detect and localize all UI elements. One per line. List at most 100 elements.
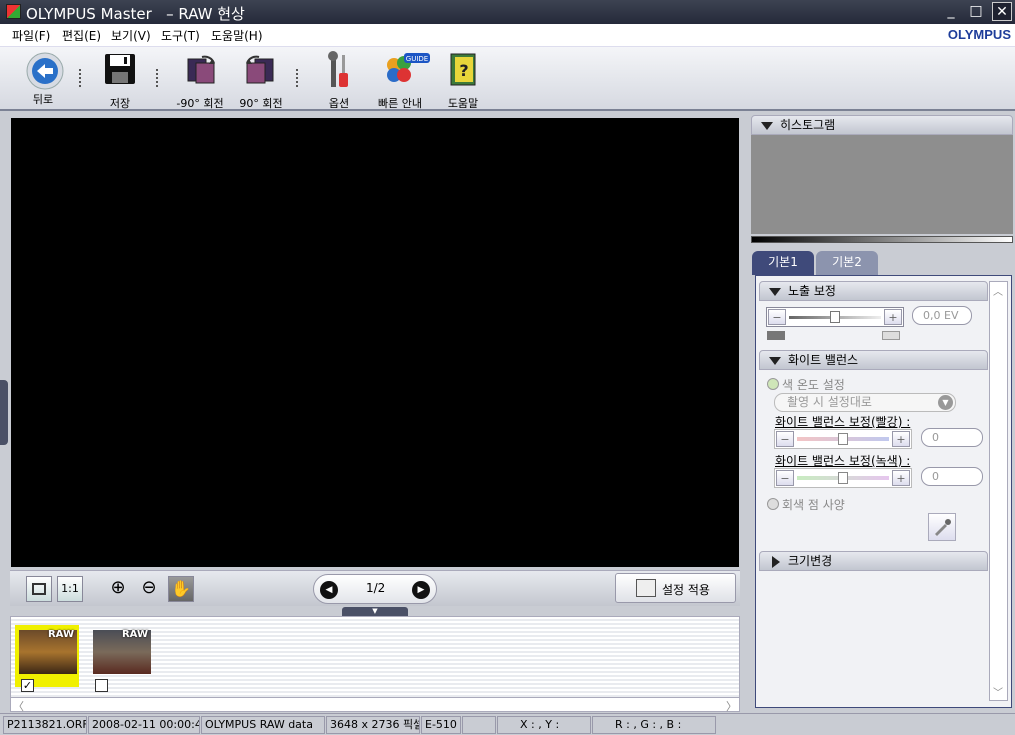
menu-file[interactable]: 파일(F) — [12, 27, 50, 44]
filmstrip-collapse-toggle[interactable]: ▼ — [342, 607, 408, 616]
back-button[interactable]: 뒤로 — [18, 51, 68, 109]
rotate-left-icon — [182, 51, 218, 87]
chevron-down-icon[interactable]: ▼ — [938, 395, 953, 410]
tab-basic1[interactable]: 기본1 — [752, 251, 814, 275]
help-book-icon: ? — [445, 51, 481, 87]
white-balance-title: 화이트 밸런스 — [788, 353, 859, 367]
menu-tools[interactable]: 도구(T) — [161, 27, 200, 44]
dark-icon — [767, 331, 785, 340]
toolbar-separator — [296, 69, 298, 87]
thumbnail-checkbox[interactable] — [95, 679, 108, 692]
gray-point-radio[interactable] — [767, 498, 779, 510]
scroll-up-icon[interactable]: ︿ — [993, 283, 1003, 298]
minus-icon[interactable]: − — [776, 431, 794, 447]
tab-basic2[interactable]: 기본2 — [816, 251, 878, 275]
slider-thumb[interactable] — [838, 433, 848, 445]
zoom-in-icon[interactable]: ⊕ — [105, 576, 131, 602]
exposure-title: 노출 보정 — [788, 284, 836, 298]
thumbnail-checkbox[interactable]: ✓ — [21, 679, 34, 692]
app-icon — [6, 4, 21, 19]
status-coordinates: X : , Y : — [497, 716, 591, 734]
exposure-slider[interactable]: − + — [766, 307, 904, 327]
close-button[interactable]: ✕ — [992, 2, 1012, 21]
next-page-icon[interactable]: ▶ — [412, 581, 430, 599]
rotate-right-button[interactable]: 90° 회전 — [236, 51, 286, 110]
raw-badge: RAW — [47, 629, 74, 640]
wb-red-label: 화이트 밸런스 보정(빨강) : — [775, 415, 911, 429]
zoom-out-icon[interactable]: ⊖ — [136, 576, 162, 602]
gray-point-label: 회색 점 사양 — [782, 498, 845, 512]
raw-badge: RAW — [121, 629, 148, 640]
options-label: 옵션 — [328, 97, 350, 110]
minimize-button[interactable]: _ — [941, 2, 961, 21]
filmstrip-scrollbar[interactable]: 〈 〉 — [10, 697, 740, 714]
minus-icon[interactable]: − — [776, 470, 794, 486]
exposure-header[interactable]: 노출 보정 — [759, 281, 988, 301]
menu-view[interactable]: 보기(V) — [111, 27, 151, 44]
page-navigator: ◀ 1/2 ▶ — [313, 574, 437, 604]
floppy-disk-icon — [102, 51, 138, 87]
collapse-triangle-icon — [769, 288, 781, 296]
plus-icon[interactable]: + — [892, 470, 910, 486]
expand-triangle-icon — [772, 556, 780, 568]
quick-guide-button[interactable]: GUIDE 빠른 안내 — [372, 51, 430, 110]
wb-red-value[interactable]: 0 — [921, 428, 983, 447]
olympus-logo: OLYMPUS — [947, 27, 1011, 42]
slider-thumb[interactable] — [830, 311, 840, 323]
save-label: 저장 — [109, 97, 131, 110]
slider-thumb[interactable] — [838, 472, 848, 484]
thumbnail[interactable]: RAW ✓ — [15, 625, 79, 692]
left-panel-toggle[interactable] — [0, 380, 8, 445]
page-indicator: 1/2 — [366, 581, 386, 595]
rotate-right-label: 90° 회전 — [239, 97, 283, 110]
resize-header[interactable]: 크기변경 — [759, 551, 988, 571]
scroll-right-icon[interactable]: 〉 — [726, 698, 737, 714]
settings-scrollbar[interactable]: ︿ ﹀ — [989, 281, 1008, 701]
clover-guide-icon: GUIDE — [382, 51, 430, 87]
color-temp-radio[interactable] — [767, 378, 779, 390]
maximize-button[interactable]: □ — [966, 2, 986, 21]
fit-screen-button[interactable] — [26, 576, 52, 602]
apply-settings-icon — [636, 579, 656, 597]
previous-page-icon[interactable]: ◀ — [320, 581, 338, 599]
wb-green-slider[interactable]: − + — [774, 468, 912, 488]
wb-green-value[interactable]: 0 — [921, 467, 983, 486]
svg-text:?: ? — [459, 61, 468, 80]
histogram-header[interactable]: 히스토그램 — [751, 115, 1013, 135]
help-label: 도움말 — [447, 97, 479, 110]
menu-edit[interactable]: 편집(E) — [62, 27, 101, 44]
back-label: 뒤로 — [32, 93, 54, 106]
bright-icon — [882, 331, 900, 340]
wb-red-slider[interactable]: − + — [774, 429, 912, 449]
actual-size-button[interactable]: 1:1 — [57, 576, 83, 602]
exposure-value[interactable]: 0,0 EV — [912, 306, 972, 325]
scroll-left-icon[interactable]: 〈 — [13, 698, 24, 714]
options-button[interactable]: 옵션 — [318, 51, 360, 110]
eyedropper-icon — [935, 519, 951, 536]
toolbar-separator — [156, 69, 158, 87]
histogram-title: 히스토그램 — [780, 118, 836, 132]
eyedropper-button[interactable] — [928, 513, 956, 541]
white-balance-header[interactable]: 화이트 밸런스 — [759, 350, 988, 370]
plus-icon[interactable]: + — [892, 431, 910, 447]
status-camera-model: E-510 — [421, 716, 461, 734]
wb-preset-select[interactable]: 촬영 시 설정대로 ▼ — [774, 393, 956, 412]
plus-icon[interactable]: + — [884, 309, 902, 325]
image-viewer[interactable] — [11, 118, 739, 567]
thumbnail[interactable]: RAW — [89, 625, 153, 692]
status-file-type: OLYMPUS RAW data — [201, 716, 325, 734]
resize-title: 크기변경 — [788, 554, 833, 568]
rotate-left-button[interactable]: -90° 회전 — [172, 51, 228, 110]
title-bar: OLYMPUS Master – RAW 현상 _ □ ✕ — [0, 0, 1015, 24]
menu-help[interactable]: 도움말(H) — [211, 27, 263, 44]
hand-pan-icon[interactable]: ✋ — [168, 576, 194, 602]
help-button[interactable]: ? 도움말 — [440, 51, 486, 110]
save-button[interactable]: 저장 — [98, 51, 142, 110]
fit-screen-icon — [32, 583, 46, 595]
rotate-left-label: -90° 회전 — [176, 97, 224, 110]
apply-settings-button[interactable]: 설정 적용 — [615, 573, 736, 603]
minus-icon[interactable]: − — [768, 309, 786, 325]
wb-green-label: 화이트 밸런스 보정(녹색) : — [775, 454, 911, 468]
rotate-right-icon — [243, 51, 279, 87]
scroll-down-icon[interactable]: ﹀ — [993, 684, 1003, 699]
